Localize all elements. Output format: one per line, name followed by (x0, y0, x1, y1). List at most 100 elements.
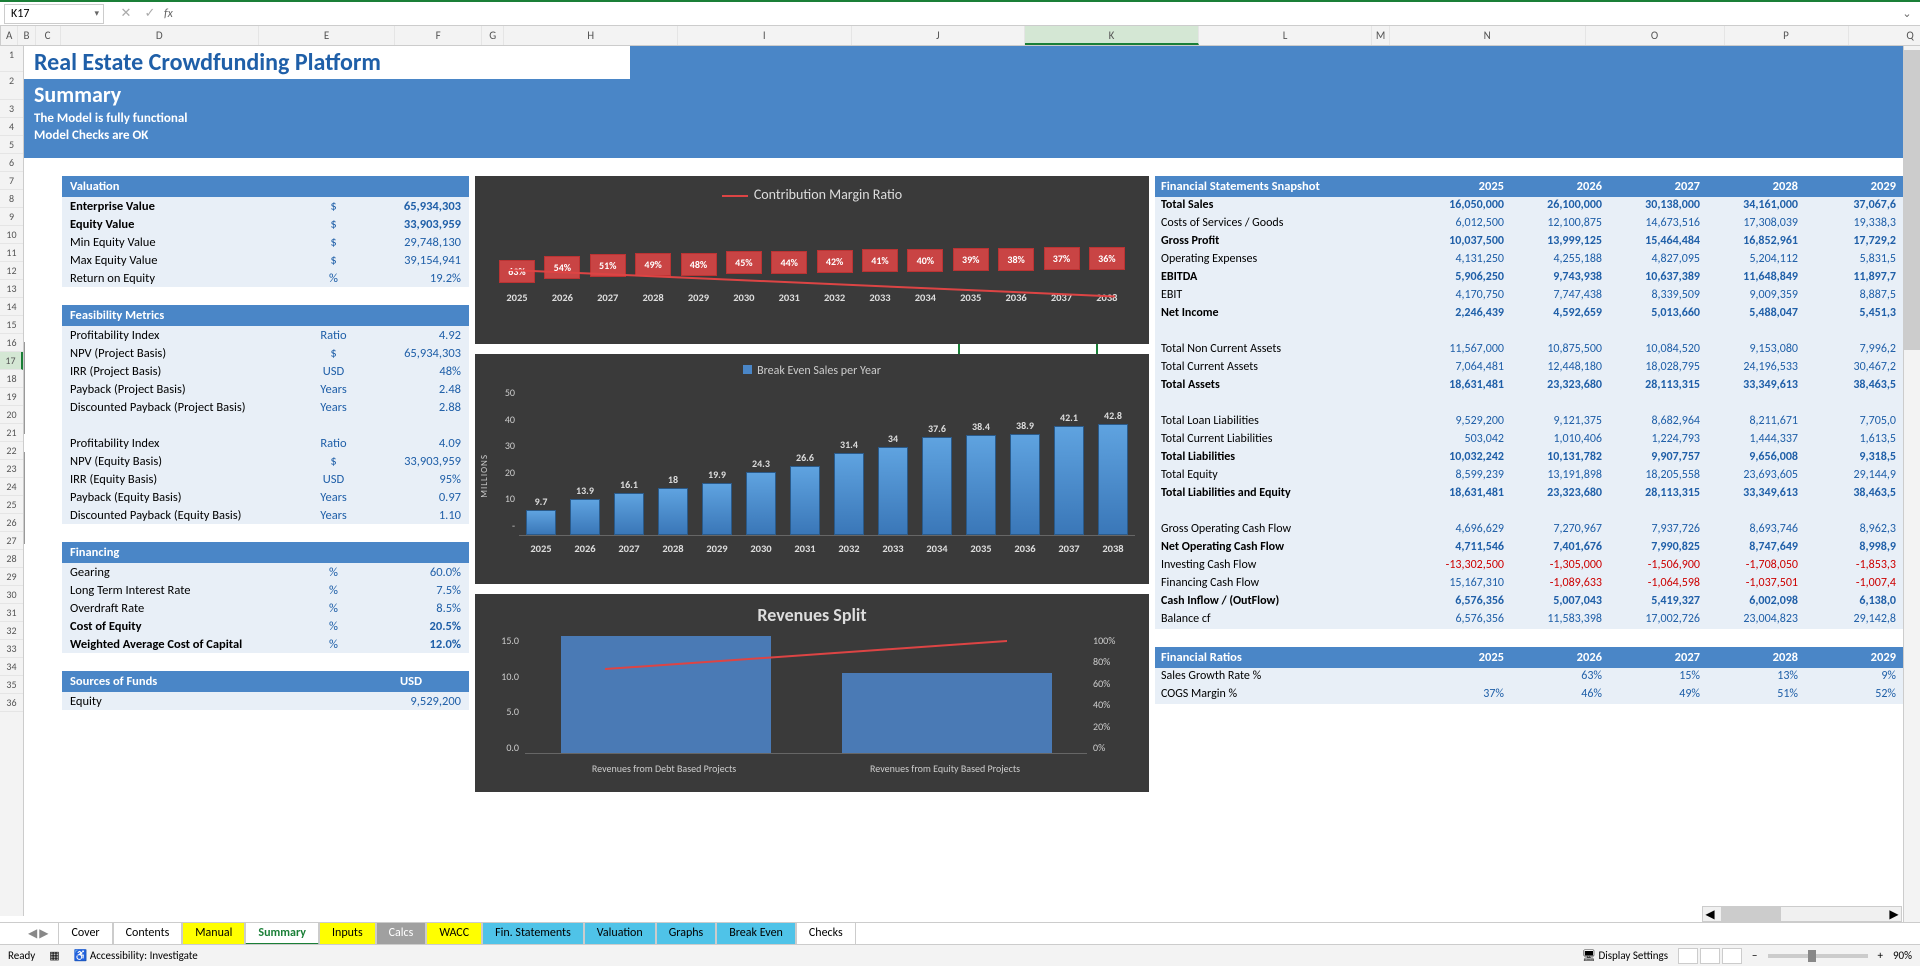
row-header-16[interactable]: 16 (0, 334, 23, 352)
sheet-tab-checks[interactable]: Checks (796, 923, 856, 945)
accept-icon[interactable]: ✓ (140, 4, 160, 24)
col-header-I[interactable]: I (678, 26, 852, 45)
col-header-K[interactable]: K (1025, 26, 1199, 45)
display-settings[interactable]: 🖥 Display Settings (1582, 949, 1668, 962)
row-header-12[interactable]: 12 (0, 262, 23, 280)
col-header-Q[interactable]: Q (1849, 26, 1920, 45)
row-header-33[interactable]: 33 (0, 640, 23, 658)
col-header-N[interactable]: N (1390, 26, 1586, 45)
fin-row: Costs of Services / Goods6,012,50012,100… (1155, 215, 1920, 233)
fin-ratios-label: Financial Ratios (1161, 650, 1406, 665)
row-header-34[interactable]: 34 (0, 658, 23, 676)
col-header-B[interactable]: B (18, 26, 35, 45)
row-header-19[interactable]: 19 (0, 388, 23, 406)
fin-row: Cash Inflow / (OutFlow)6,576,3565,007,04… (1155, 593, 1920, 611)
col-header-L[interactable]: L (1199, 26, 1373, 45)
data-row: Long Term Interest Rate%7.5% (62, 581, 469, 599)
zoom-level[interactable]: 90% (1893, 949, 1912, 962)
row-header-32[interactable]: 32 (0, 622, 23, 640)
page-layout-icon[interactable] (1700, 948, 1720, 964)
horizontal-scrollbar[interactable]: ◀ ▶ (1702, 906, 1902, 922)
col-header-H[interactable]: H (504, 26, 678, 45)
sheet-tab-fin-statements[interactable]: Fin. Statements (482, 923, 584, 945)
row-header-18[interactable]: 18 (0, 370, 23, 388)
row-header-11[interactable]: 11 (0, 244, 23, 262)
formula-expand-icon[interactable]: ⌄ (1898, 7, 1916, 20)
row-header-25[interactable]: 25 (0, 496, 23, 514)
sheet-tab-valuation[interactable]: Valuation (584, 923, 656, 945)
accessibility-status[interactable]: ♿ Accessibility: Investigate (74, 949, 198, 962)
sheet-tab-manual[interactable]: Manual (182, 923, 245, 945)
worksheet-content[interactable]: Real Estate Crowdfunding Platform Summar… (24, 46, 1920, 916)
row-header-21[interactable]: 21 (0, 424, 23, 442)
col-header-E[interactable]: E (259, 26, 395, 45)
fx-label[interactable]: fx (164, 7, 173, 21)
row-header-8[interactable]: 8 (0, 190, 23, 208)
row-header-28[interactable]: 28 (0, 550, 23, 568)
row-header-35[interactable]: 35 (0, 676, 23, 694)
view-buttons[interactable] (1678, 948, 1742, 964)
data-row: Equity Value$33,903,959 (62, 215, 469, 233)
formula-input[interactable] (185, 4, 1898, 24)
cm-bar: 51% (590, 254, 626, 277)
row-header-10[interactable]: 10 (0, 226, 23, 244)
row-header-4[interactable]: 4 (0, 118, 23, 136)
sheet-tab-graphs[interactable]: Graphs (656, 923, 717, 945)
row-header-24[interactable]: 24 (0, 478, 23, 496)
cm-bar: 36% (1089, 247, 1125, 270)
data-row: Return on Equity%19.2% (62, 269, 469, 287)
tab-nav[interactable]: ◀▶ (28, 926, 48, 941)
row-header-14[interactable]: 14 (0, 298, 23, 316)
row-header-13[interactable]: 13 (0, 280, 23, 298)
row-header-2[interactable]: 2 (0, 72, 23, 100)
sheet-tab-contents[interactable]: Contents (113, 923, 183, 945)
zoom-in-icon[interactable]: + (1878, 949, 1883, 962)
sheet-tab-inputs[interactable]: Inputs (319, 923, 376, 945)
sheet-tab-summary[interactable]: Summary (245, 923, 319, 945)
normal-view-icon[interactable] (1678, 948, 1698, 964)
cancel-icon[interactable]: ✕ (116, 4, 136, 24)
col-header-F[interactable]: F (395, 26, 482, 45)
row-header-9[interactable]: 9 (0, 208, 23, 226)
page-break-icon[interactable] (1722, 948, 1742, 964)
zoom-out-icon[interactable]: − (1752, 949, 1757, 962)
col-header-D[interactable]: D (61, 26, 259, 45)
row-header-29[interactable]: 29 (0, 568, 23, 586)
col-header-P[interactable]: P (1725, 26, 1849, 45)
col-header-J[interactable]: J (852, 26, 1026, 45)
sheet-tab-break-even[interactable]: Break Even (716, 923, 796, 945)
fin-row: Total Equity8,599,23913,191,89818,205,55… (1155, 467, 1920, 485)
revenues-split-chart: Revenues Split 15.010.05.00.0 100%80%60%… (475, 594, 1149, 792)
be-bar: 42.8 (1095, 409, 1131, 535)
sheet-tab-calcs[interactable]: Calcs (376, 923, 427, 945)
col-header-M[interactable]: M (1372, 26, 1389, 45)
zoom-slider[interactable] (1768, 954, 1868, 958)
row-header-15[interactable]: 15 (0, 316, 23, 334)
row-header-36[interactable]: 36 (0, 694, 23, 712)
row-header-30[interactable]: 30 (0, 586, 23, 604)
cm-bar: 45% (726, 251, 762, 274)
name-box[interactable]: K17 (4, 4, 104, 24)
row-header-3[interactable]: 3 (0, 100, 23, 118)
row-header-31[interactable]: 31 (0, 604, 23, 622)
col-header-A[interactable]: A (1, 26, 18, 45)
chart1-title: Contribution Margin Ratio (489, 186, 1135, 203)
macro-icon[interactable]: ▦ (49, 949, 59, 962)
row-header-23[interactable]: 23 (0, 460, 23, 478)
col-header-G[interactable]: G (482, 26, 504, 45)
col-header-O[interactable]: O (1586, 26, 1725, 45)
row-header-7[interactable]: 7 (0, 172, 23, 190)
sheet-tab-cover[interactable]: Cover (58, 923, 112, 945)
row-header-5[interactable]: 5 (0, 136, 23, 154)
sheet-tab-wacc[interactable]: WACC (426, 923, 482, 945)
cm-bar: 39% (953, 248, 989, 271)
row-header-20[interactable]: 20 (0, 406, 23, 424)
vertical-scrollbar[interactable] (1903, 46, 1920, 922)
col-header-C[interactable]: C (36, 26, 61, 45)
row-header-22[interactable]: 22 (0, 442, 23, 460)
row-header-17[interactable]: 17 (0, 352, 23, 370)
row-header-27[interactable]: 27 (0, 532, 23, 550)
row-header-1[interactable]: 1 (0, 46, 23, 72)
row-header-6[interactable]: 6 (0, 154, 23, 172)
row-header-26[interactable]: 26 (0, 514, 23, 532)
